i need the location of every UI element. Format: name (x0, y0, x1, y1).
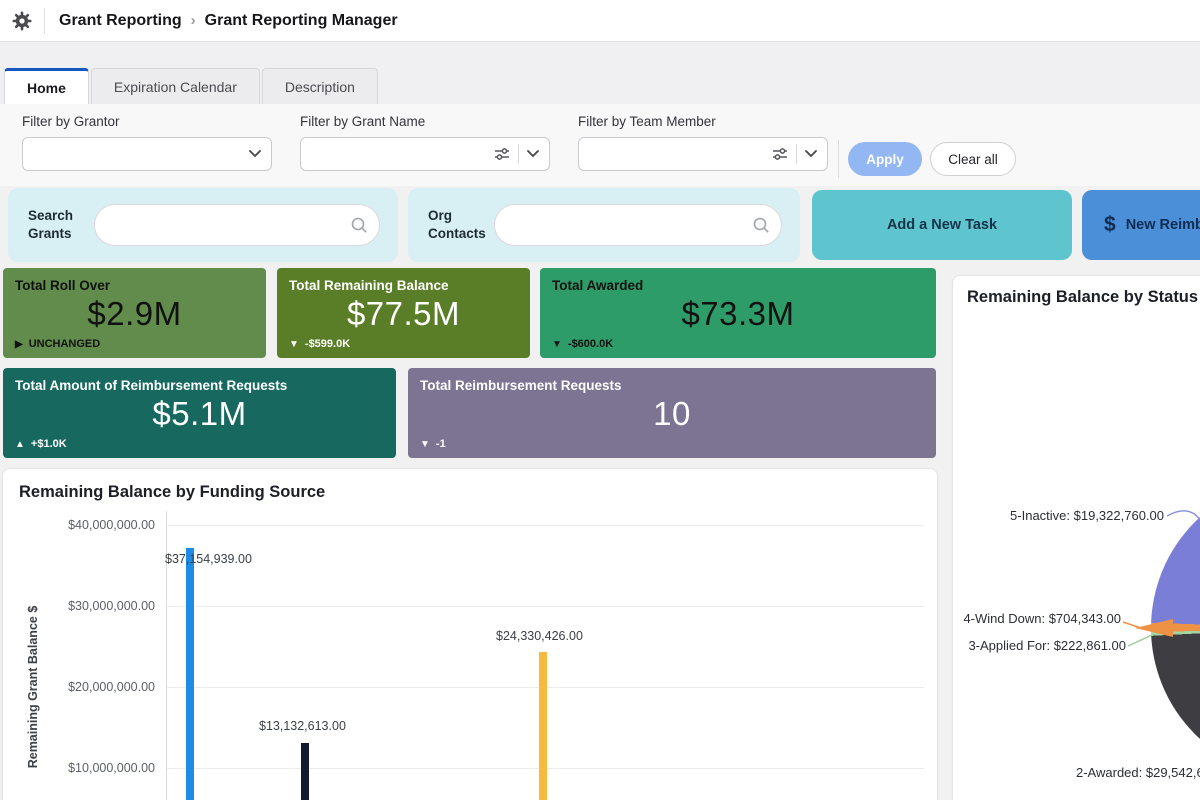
kpi-delta: ▼-$599.0K (289, 338, 350, 350)
filter-team-member-group: Filter by Team Member (578, 114, 828, 171)
breadcrumb: Grant Reporting › Grant Reporting Manage… (45, 12, 398, 30)
trend-down-icon: ▼ (420, 439, 430, 450)
pie-label-applied-for: 3-Applied For: $222,861.00 (953, 638, 1126, 653)
org-contacts-card: Org Contacts (408, 188, 800, 262)
search-icon (752, 216, 770, 234)
filter-actions-divider (838, 140, 839, 178)
filter-grantor-combobox[interactable] (22, 137, 272, 171)
kpi-delta: ▼-1 (420, 438, 446, 450)
filter-strip: Filter by Grantor Filter by Grant Name F… (0, 104, 1200, 186)
pie-callout-overlay (953, 276, 1200, 800)
tab-home[interactable]: Home (4, 68, 89, 104)
sliders-filter-icon[interactable] (494, 146, 510, 162)
chevron-down-icon[interactable] (249, 150, 261, 158)
filter-grantor-label: Filter by Grantor (22, 114, 272, 129)
page-title: Grant Reporting Manager (205, 12, 398, 30)
pie-chart-title: Remaining Balance by Status (967, 288, 1198, 307)
kpi-value: $73.3M (552, 295, 924, 333)
filter-grant-name-input[interactable] (301, 138, 486, 170)
kpi-title: Total Remaining Balance (289, 278, 518, 293)
search-grants-label: Search Grants (28, 207, 94, 243)
chevron-down-icon[interactable] (527, 150, 539, 158)
y-axis-label: Remaining Grant Balance $ (26, 606, 40, 769)
kpi-value: $2.9M (15, 295, 254, 333)
kpi-title: Total Awarded (552, 278, 924, 293)
funding-source-chart-panel: Remaining Balance by Funding Source $40,… (2, 468, 938, 800)
org-contacts-field (494, 204, 782, 246)
bar-chart-title: Remaining Balance by Funding Source (19, 483, 325, 502)
kpi-value: 10 (420, 395, 924, 433)
sliders-filter-icon[interactable] (772, 146, 788, 162)
kpi-total-reimbursement-requests[interactable]: Total Reimbursement Requests 10 ▼-1 (408, 368, 936, 458)
kpi-title: Total Reimbursement Requests (420, 378, 924, 393)
trend-down-icon: ▼ (552, 339, 562, 350)
filter-grant-name-group: Filter by Grant Name (300, 114, 550, 171)
filter-grant-name-label: Filter by Grant Name (300, 114, 550, 129)
bar-value-label: $13,132,613.00 (259, 719, 346, 733)
tab-band: Home Expiration Calendar Description (0, 42, 1200, 104)
chevron-down-icon[interactable] (805, 150, 817, 158)
kpi-total-remaining-balance[interactable]: Total Remaining Balance $77.5M ▼-$599.0K (277, 268, 530, 358)
trend-flat-icon: ▶ (15, 339, 23, 350)
kpi-title: Total Amount of Reimbursement Requests (15, 378, 384, 393)
bar[interactable] (186, 548, 194, 800)
kpi-delta: ▶UNCHANGED (15, 338, 100, 350)
bar-value-label: $24,330,426.00 (496, 629, 583, 643)
kpi-total-awarded[interactable]: Total Awarded $73.3M ▼-$600.0K (540, 268, 936, 358)
callout-line-wind-down (1123, 622, 1141, 628)
gear-icon (12, 11, 32, 31)
callout-line-applied-for (1128, 635, 1152, 646)
combobox-divider (518, 144, 519, 164)
callout-line-inactive (1167, 511, 1200, 521)
search-icon (350, 216, 368, 234)
app-header: Grant Reporting › Grant Reporting Manage… (0, 0, 1200, 42)
clear-all-button[interactable]: Clear all (930, 142, 1016, 176)
kpi-value: $77.5M (289, 295, 518, 333)
add-new-task-button[interactable]: Add a New Task (812, 190, 1072, 260)
filter-team-member-combobox[interactable] (578, 137, 828, 171)
status-chart-panel: Remaining Balance by Status 5-Inactive: … (952, 275, 1200, 800)
settings-button[interactable] (0, 11, 44, 31)
filter-grantor-group: Filter by Grantor (22, 114, 272, 171)
grant-reporting-dashboard: Grant Reporting › Grant Reporting Manage… (0, 0, 1200, 800)
y-axis-tick: $40,000,000.00 (3, 518, 155, 532)
org-contacts-input[interactable] (494, 204, 782, 246)
filter-grant-name-combobox[interactable] (300, 137, 550, 171)
new-reimbursement-button[interactable]: $ New Reimb (1082, 190, 1200, 260)
bar[interactable] (539, 652, 547, 800)
filter-team-member-input[interactable] (579, 138, 764, 170)
trend-up-icon: ▲ (15, 439, 25, 450)
pie-label-wind-down: 4-Wind Down: $704,343.00 (953, 611, 1121, 626)
kpi-value: $5.1M (15, 395, 384, 433)
pie-label-inactive: 5-Inactive: $19,322,760.00 (953, 508, 1164, 523)
search-grants-input[interactable] (94, 204, 380, 246)
bar-value-label: $37,154,939.00 (165, 552, 252, 566)
gridline (166, 525, 924, 526)
breadcrumb-root[interactable]: Grant Reporting (59, 12, 182, 30)
tab-description[interactable]: Description (262, 68, 378, 104)
reimbursement-dollar-icon: $ (1104, 213, 1116, 237)
kpi-total-roll-over[interactable]: Total Roll Over $2.9M ▶UNCHANGED (3, 268, 266, 358)
status-pie[interactable] (1151, 478, 1200, 778)
bar[interactable] (301, 743, 309, 800)
trend-down-icon: ▼ (289, 339, 299, 350)
breadcrumb-separator-icon: › (191, 12, 196, 29)
kpi-delta: ▼-$600.0K (552, 338, 613, 350)
kpi-total-amount-reimbursement[interactable]: Total Amount of Reimbursement Requests $… (3, 368, 396, 458)
search-grants-field (94, 204, 380, 246)
gridline (166, 606, 924, 607)
pie-label-awarded: 2-Awarded: $29,542,6 (1076, 765, 1200, 780)
kpi-title: Total Roll Over (15, 278, 254, 293)
org-contacts-label: Org Contacts (428, 207, 494, 243)
combobox-divider (796, 144, 797, 164)
apply-button[interactable]: Apply (848, 142, 922, 176)
search-grants-card: Search Grants (8, 188, 398, 262)
kpi-delta: ▲+$1.0K (15, 438, 67, 450)
filter-grantor-input[interactable] (23, 138, 241, 170)
new-reimbursement-label: New Reimb (1126, 217, 1200, 233)
tab-bar: Home Expiration Calendar Description (4, 68, 380, 104)
tab-expiration-calendar[interactable]: Expiration Calendar (91, 68, 260, 104)
filter-team-member-label: Filter by Team Member (578, 114, 828, 129)
